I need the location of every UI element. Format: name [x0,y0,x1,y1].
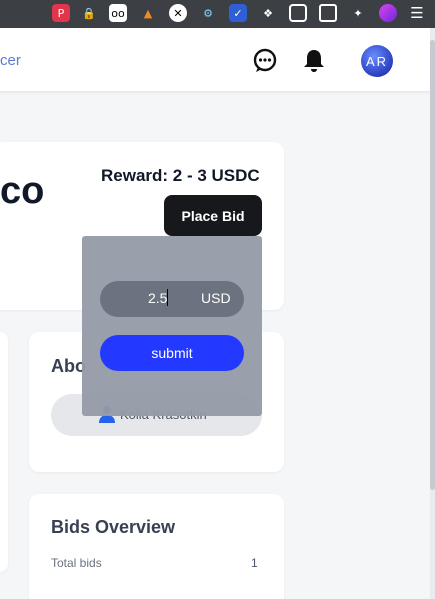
bell-icon[interactable] [301,48,327,74]
chat-icon[interactable] [252,48,278,74]
profile-icon[interactable] [379,4,397,22]
x-extension-icon[interactable]: ✕ [169,4,187,22]
app-header: cer AR [0,28,430,92]
total-bids-label: Total bids [51,556,102,570]
sidepanel-icon[interactable] [289,4,307,22]
scrollbar-thumb[interactable] [430,40,435,490]
bid-amount-value[interactable]: 2.5 [148,290,167,306]
about-title: Abo [51,356,86,376]
bids-overview-card [29,494,284,599]
reward-label: Reward: 2 - 3 USDC [101,166,260,185]
sparkle-icon[interactable]: ✦ [349,4,367,22]
extension-icon[interactable]: P [52,4,70,22]
side-card [0,332,8,572]
bid-popover [82,236,262,416]
currency-label: USD [201,290,231,306]
bids-overview-title: Bids Overview [51,517,176,537]
shield-extension-icon[interactable]: ✓ [229,4,247,22]
total-bids-value: 1 [251,556,258,570]
fox-extension-icon[interactable]: ▲ [139,4,157,22]
wallet-icon[interactable] [319,4,337,22]
puzzle-icon[interactable]: ❖ [259,4,277,22]
menu-icon[interactable]: ☰ [408,4,426,22]
lock-extension-icon[interactable]: 🔒 [80,4,98,22]
bot-extension-icon[interactable]: ⚙ [199,4,217,22]
browser-toolbar: P 🔒 oo ▲ ✕ ⚙ ✓ ❖ ✦ ☰ [0,0,435,28]
glasses-extension-icon[interactable]: oo [109,4,127,22]
task-title: co [0,170,45,212]
brand-link[interactable]: cer [0,52,21,69]
avatar[interactable]: AR [361,45,393,77]
text-caret [167,289,168,306]
place-bid-button[interactable]: Place Bid [164,195,262,236]
submit-button[interactable]: submit [100,335,244,371]
